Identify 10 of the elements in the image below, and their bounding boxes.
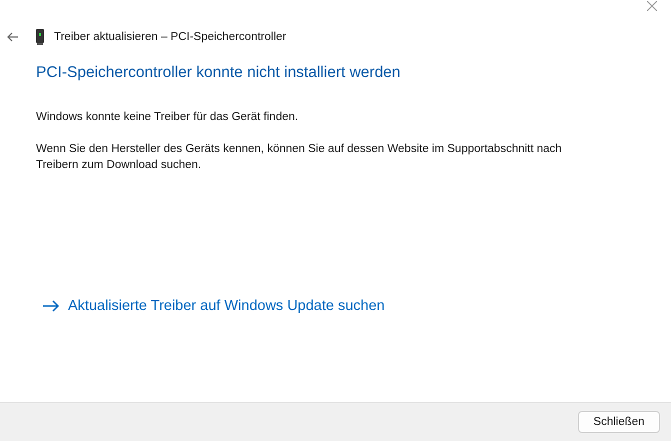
paragraph: Windows konnte keine Treiber für das Gerät finden. <box>36 110 300 125</box>
close-icon[interactable] <box>647 1 657 11</box>
close-button[interactable]: Schließen <box>578 411 660 433</box>
device-icon <box>36 29 44 45</box>
arrow-icon <box>42 300 60 312</box>
back-arrow-icon[interactable] <box>7 32 19 42</box>
window-title: Treiber aktualisieren – PCI-Speichercontroller <box>54 31 286 43</box>
heading: PCI-Speichercontroller konnte nicht installiert werden <box>36 64 400 82</box>
windows-update-link[interactable]: Aktualisierte Treiber auf Windows Update suchen <box>42 298 385 314</box>
paragraph: Wenn Sie den Hersteller des Geräts kennen, können Sie auf dessen Website im Supportabschnitt nach Treibern zum Download suchen. <box>36 142 563 173</box>
